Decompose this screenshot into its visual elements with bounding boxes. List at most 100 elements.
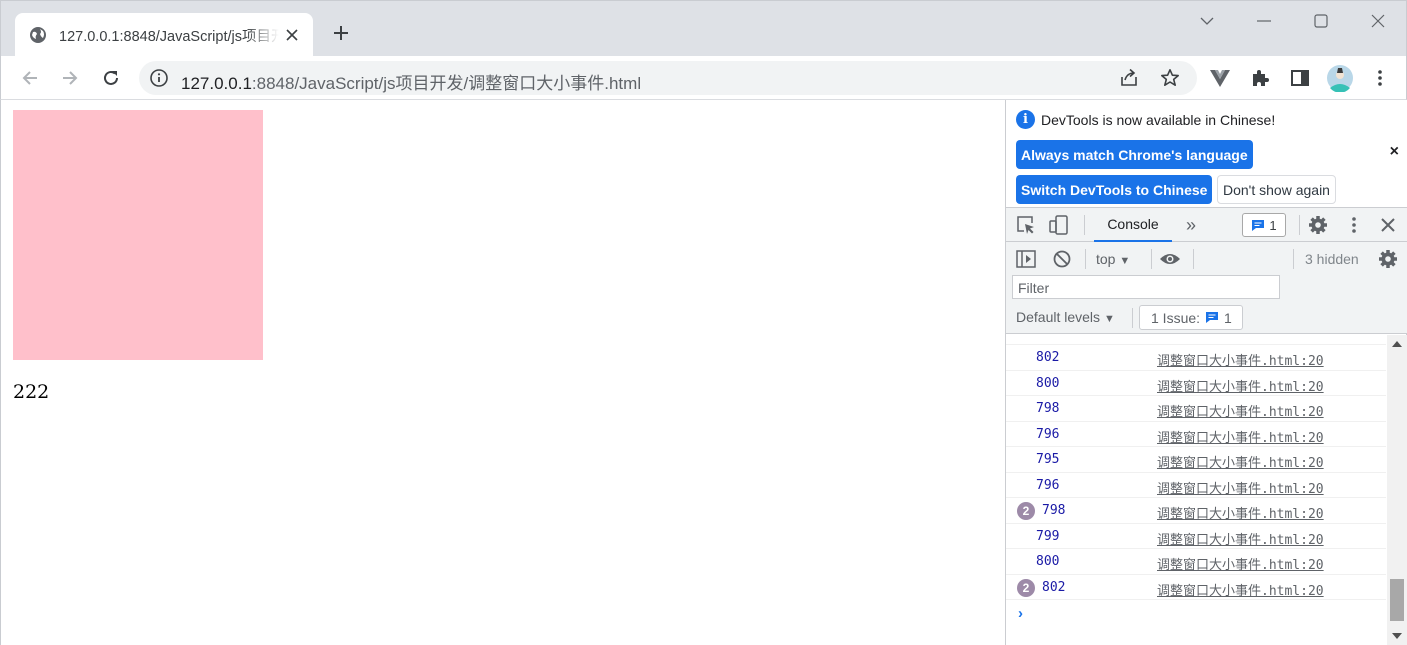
url-host: 127.0.0.1 <box>181 74 252 93</box>
filter-input[interactable]: Filter <box>1012 275 1280 299</box>
console-toolbar: top ▼ 3 hidden Filter Default levels ▼ 1… <box>1006 242 1407 334</box>
console-output[interactable]: 802 调整窗口大小事件.html:20 800 调整窗口大小事件.html:20 79… <box>1006 335 1386 645</box>
browser-toolbar: 127.0.0.1:8848/JavaScript/js项目开发/调整窗口大小事… <box>0 56 1407 100</box>
divider <box>1132 308 1133 328</box>
divider <box>1293 249 1294 269</box>
divider <box>1193 249 1194 269</box>
extensions-icon[interactable] <box>1246 64 1274 92</box>
back-icon[interactable] <box>16 64 44 92</box>
hidden-messages-count: 3 hidden <box>1305 251 1359 267</box>
vue-devtools-icon[interactable] <box>1206 64 1234 92</box>
language-infobar: i DevTools is now available in Chinese! … <box>1006 100 1407 208</box>
repeat-count-badge: 2 <box>1017 502 1035 520</box>
more-icon[interactable] <box>1366 64 1394 92</box>
dropdown-triangle-icon: ▼ <box>1103 313 1115 325</box>
repeat-count-badge: 2 <box>1017 578 1035 597</box>
source-link[interactable]: 调整窗口大小事件.html:20 <box>1157 529 1324 548</box>
side-panel-icon[interactable] <box>1286 64 1314 92</box>
pink-box <box>13 110 263 360</box>
forward-icon[interactable] <box>56 64 84 92</box>
issues-count: 1 <box>1224 309 1232 326</box>
settings-gear-icon[interactable] <box>1307 214 1329 236</box>
console-scrollbar[interactable] <box>1387 335 1407 645</box>
messages-badge[interactable]: 1 <box>1242 213 1286 237</box>
console-value: 796 <box>1036 477 1060 493</box>
scroll-up-arrow-icon[interactable] <box>1392 341 1402 347</box>
close-window-icon[interactable] <box>1358 7 1398 35</box>
console-row: 800 调整窗口大小事件.html:20 <box>1006 549 1386 575</box>
console-value: 800 <box>1036 375 1060 391</box>
console-value: 798 <box>1036 401 1060 416</box>
console-row: 798 调整窗口大小事件.html:20 <box>1006 396 1386 422</box>
close-icon[interactable] <box>283 26 301 44</box>
console-value: 800 <box>1036 554 1060 569</box>
source-link[interactable]: 调整窗口大小事件.html:20 <box>1157 350 1324 369</box>
console-row: 795 调整窗口大小事件.html:20 <box>1006 447 1386 473</box>
source-link[interactable]: 调整窗口大小事件.html:20 <box>1157 580 1324 599</box>
infobar-message: DevTools is now available in Chinese! <box>1041 112 1276 128</box>
tab-console[interactable]: Console <box>1094 208 1172 242</box>
scrollbar-thumb[interactable] <box>1390 579 1404 621</box>
live-expression-eye-icon[interactable] <box>1159 248 1181 270</box>
log-levels-dropdown[interactable]: Default levels ▼ <box>1016 309 1115 325</box>
scroll-down-arrow-icon[interactable] <box>1392 633 1402 639</box>
source-link[interactable]: 调整窗口大小事件.html:20 <box>1157 503 1324 522</box>
divider <box>1151 249 1152 269</box>
dont-show-again-button[interactable]: Don't show again <box>1217 175 1336 204</box>
minimize-icon[interactable] <box>1244 7 1284 35</box>
browser-tab[interactable]: 127.0.0.1:8848/JavaScript/js项目开发/调整窗口大小事… <box>15 13 313 57</box>
page-viewport: 222 <box>0 100 1005 645</box>
address-bar[interactable]: 127.0.0.1:8848/JavaScript/js项目开发/调整窗口大小事… <box>139 61 1197 95</box>
url-path: :8848/JavaScript/js项目开发/调整窗口大小事件.html <box>251 74 642 93</box>
console-value: 799 <box>1036 528 1060 544</box>
page-text: 222 <box>13 381 50 403</box>
switch-to-chinese-button[interactable]: Switch DevTools to Chinese <box>1016 175 1213 204</box>
star-icon[interactable] <box>1157 65 1183 91</box>
url-text: 127.0.0.1:8848/JavaScript/js项目开发/调整窗口大小事… <box>181 69 641 94</box>
source-link[interactable]: 调整窗口大小事件.html:20 <box>1157 427 1324 446</box>
console-prompt[interactable]: › <box>1018 605 1023 622</box>
plus-icon[interactable] <box>327 19 355 47</box>
message-icon <box>1252 219 1265 231</box>
avatar[interactable] <box>1326 64 1354 92</box>
inspect-element-icon[interactable] <box>1015 214 1037 236</box>
source-link[interactable]: 调整窗口大小事件.html:20 <box>1157 401 1324 420</box>
issues-button[interactable]: 1 Issue: 1 <box>1139 305 1243 330</box>
console-value: 802 <box>1036 350 1060 365</box>
source-link[interactable]: 调整窗口大小事件.html:20 <box>1157 478 1324 497</box>
console-row: 802 调整窗口大小事件.html:20 <box>1006 345 1386 371</box>
devtools-tabbar: Console » 1 <box>1006 208 1407 242</box>
tab-strip: 127.0.0.1:8848/JavaScript/js项目开发/调整窗口大小事… <box>0 0 1407 57</box>
customize-menu-icon[interactable] <box>1343 214 1365 236</box>
source-link[interactable]: 调整窗口大小事件.html:20 <box>1157 554 1324 573</box>
close-icon[interactable]: × <box>1390 143 1399 161</box>
always-match-language-button[interactable]: Always match Chrome's language <box>1016 140 1253 169</box>
console-row: 800 调整窗口大小事件.html:20 <box>1006 371 1386 396</box>
more-tabs-icon[interactable]: » <box>1180 214 1202 236</box>
console-row: 796 调整窗口大小事件.html:20 <box>1006 473 1386 498</box>
console-row-cut <box>1006 335 1386 345</box>
console-row: 2 798 调整窗口大小事件.html:20 <box>1006 498 1386 524</box>
console-row: 2 802 调整窗口大小事件.html:20 <box>1006 575 1386 600</box>
console-value: 795 <box>1036 452 1060 467</box>
sidebar-toggle-icon[interactable] <box>1015 248 1037 270</box>
close-devtools-icon[interactable] <box>1377 214 1399 236</box>
clear-console-icon[interactable] <box>1051 248 1073 270</box>
device-toolbar-icon[interactable] <box>1048 214 1070 236</box>
console-settings-gear-icon[interactable] <box>1377 248 1399 270</box>
message-icon <box>1206 312 1219 323</box>
globe-icon <box>29 26 47 44</box>
source-link[interactable]: 调整窗口大小事件.html:20 <box>1157 376 1324 395</box>
log-levels-label: Default levels <box>1016 309 1101 325</box>
info-icon[interactable] <box>149 68 169 88</box>
context-value: top <box>1096 251 1116 267</box>
tab-title: 127.0.0.1:8848/JavaScript/js项目开发/调整窗口大小事… <box>59 28 279 45</box>
reload-icon[interactable] <box>97 64 125 92</box>
share-icon[interactable] <box>1116 65 1142 91</box>
console-row: 796 调整窗口大小事件.html:20 <box>1006 422 1386 447</box>
chevron-down-icon[interactable] <box>1187 7 1227 35</box>
context-selector[interactable]: top ▼ <box>1096 251 1130 267</box>
source-link[interactable]: 调整窗口大小事件.html:20 <box>1157 452 1324 471</box>
maximize-icon[interactable] <box>1301 7 1341 35</box>
divider <box>1085 249 1086 269</box>
